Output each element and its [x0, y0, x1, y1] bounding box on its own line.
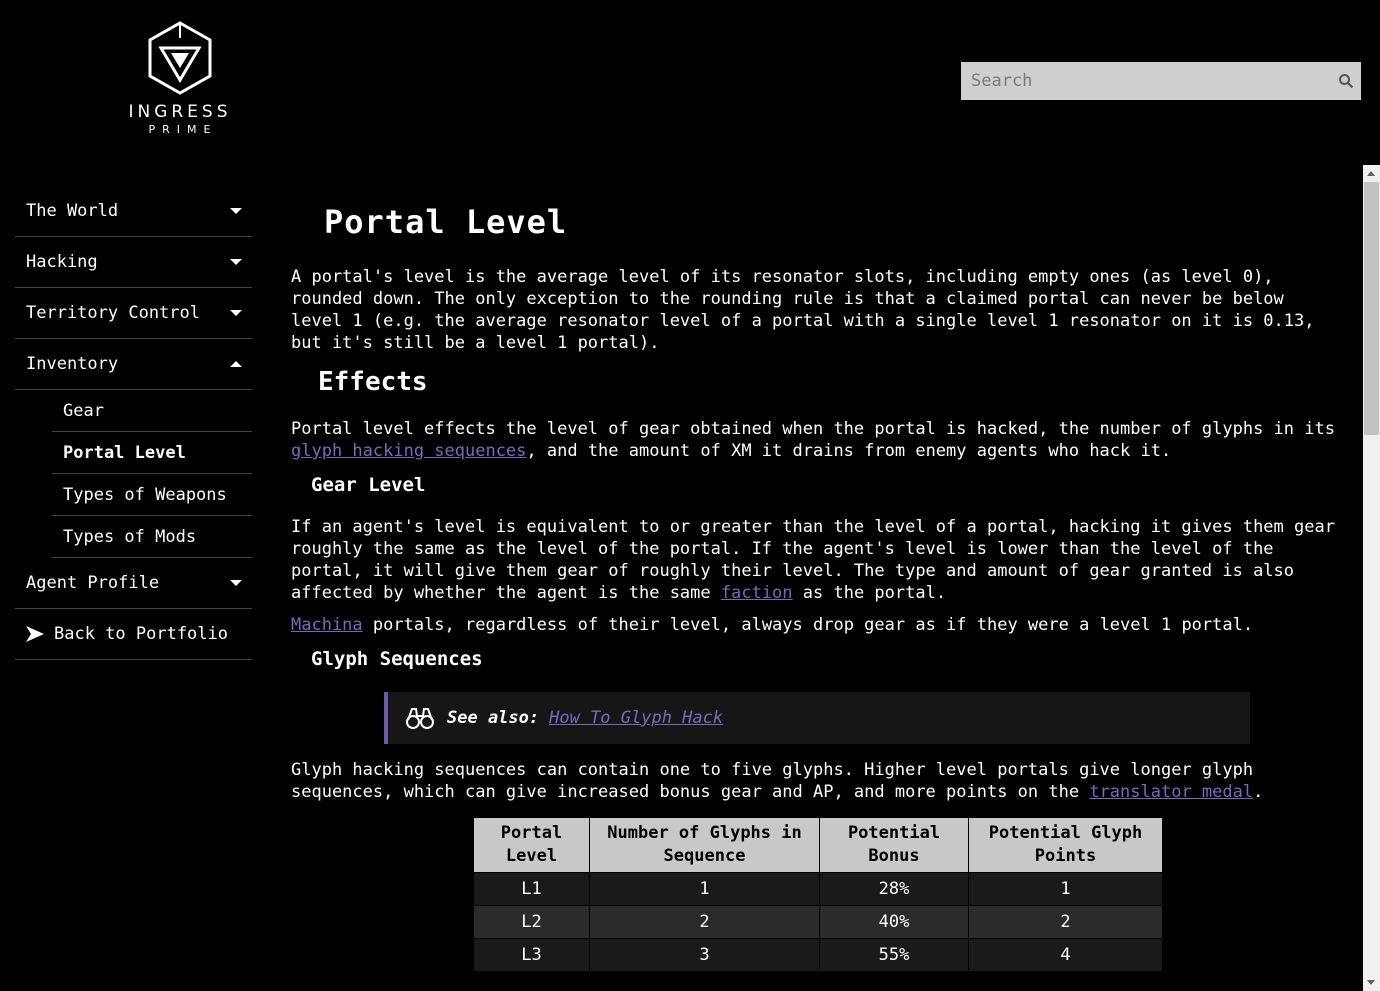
ingress-logo-icon [148, 21, 212, 95]
column-header: Portal Level [473, 817, 590, 873]
table-cell: 4 [968, 938, 1163, 972]
scrollbar-thumb[interactable] [1364, 182, 1379, 435]
sidebar-item-hacking[interactable]: Hacking [15, 237, 252, 288]
table-cell: 2 [589, 905, 820, 939]
column-header: Potential Bonus [819, 817, 969, 873]
caret-down-icon [230, 259, 242, 265]
table-cell: 28% [819, 872, 969, 906]
sidebar-item-the-world[interactable]: The World [15, 186, 252, 237]
caret-down-icon [230, 310, 242, 316]
table-cell: 1 [589, 872, 820, 906]
glyph-sequences-heading: Glyph Sequences [311, 648, 483, 670]
machina-link[interactable]: Machina [291, 615, 363, 635]
see-also-callout: See also: How To Glyph Hack [384, 692, 1250, 744]
table-cell: L1 [473, 872, 590, 906]
column-header: Potential Glyph Points [968, 817, 1163, 873]
gear-level-heading: Gear Level [311, 474, 426, 496]
logo-subtitle: PRIME [148, 123, 218, 136]
scroll-down-icon[interactable] [1367, 980, 1375, 985]
sidebar-item-label: Territory Control [26, 303, 200, 323]
sidebar-item-label: The World [26, 201, 119, 221]
arrow-right-icon [26, 626, 44, 642]
table-cell: 3 [589, 938, 820, 972]
see-also-label: See also: [447, 708, 540, 728]
back-to-portfolio-label: Back to Portfolio [54, 624, 228, 644]
table-row: L3 3 55% 4 [473, 938, 1163, 972]
text-fragment: as the portal. [792, 583, 947, 603]
text-fragment: portals, regardless of their level, alwa… [362, 615, 1254, 635]
glyph-sequence-table: Portal Level Number of Glyphs in Sequenc… [473, 817, 1163, 972]
sidebar-item-label: Inventory [26, 354, 119, 374]
article-content: Portal Level A portal's level is the ave… [291, 200, 1341, 972]
effects-heading: Effects [318, 367, 428, 397]
caret-down-icon [230, 580, 242, 586]
sidebar-subitem-types-of-mods[interactable]: Types of Mods [52, 516, 252, 558]
vertical-scrollbar[interactable] [1363, 165, 1380, 991]
table-row: L2 2 40% 2 [473, 905, 1163, 939]
search-icon[interactable] [1331, 62, 1361, 100]
sidebar-nav: The World Hacking Territory Control Inve… [15, 186, 252, 660]
table-cell: 2 [968, 905, 1163, 939]
text-fragment: Portal level effects the level of gear o… [291, 419, 1335, 439]
gear-paragraph: If an agent's level is equivalent to or … [291, 516, 1341, 604]
table-cell: 40% [819, 905, 969, 939]
sidebar-item-label: Hacking [26, 252, 98, 272]
effects-paragraph: Portal level effects the level of gear o… [291, 418, 1341, 462]
search-input[interactable] [961, 62, 1331, 100]
sidebar-subitem-types-of-weapons[interactable]: Types of Weapons [52, 474, 252, 516]
intro-paragraph: A portal's level is the average level of… [291, 267, 1315, 353]
ingress-prime-logo[interactable]: INGRESS PRIME [122, 20, 238, 136]
sidebar-item-inventory[interactable]: Inventory [15, 339, 252, 390]
glyph-hacking-sequences-link[interactable]: glyph hacking sequences [291, 441, 526, 461]
scroll-up-icon[interactable] [1367, 171, 1375, 176]
table-cell: L2 [473, 905, 590, 939]
table-row: L1 1 28% 1 [473, 872, 1163, 906]
table-cell: L3 [473, 938, 590, 972]
caret-down-icon [230, 208, 242, 214]
how-to-glyph-hack-link[interactable]: How To Glyph Hack [549, 707, 723, 729]
caret-up-icon [230, 361, 242, 367]
inventory-submenu: Gear Portal Level Types of Weapons Types… [52, 390, 252, 558]
sidebar-item-label: Agent Profile [26, 573, 160, 593]
sidebar-subitem-gear[interactable]: Gear [52, 390, 252, 432]
sidebar-item-territory-control[interactable]: Territory Control [15, 288, 252, 339]
sidebar-subitem-portal-level[interactable]: Portal Level [52, 432, 252, 474]
column-header: Number of Glyphs in Sequence [589, 817, 820, 873]
translator-medal-link[interactable]: translator medal [1089, 782, 1253, 802]
search-box [961, 62, 1361, 100]
faction-link[interactable]: faction [721, 583, 793, 603]
machina-paragraph: Machina portals, regardless of their lev… [291, 614, 1341, 636]
table-header-row: Portal Level Number of Glyphs in Sequenc… [473, 817, 1163, 873]
table-cell: 55% [819, 938, 969, 972]
sidebar-item-agent-profile[interactable]: Agent Profile [15, 558, 252, 609]
glyph-paragraph: Glyph hacking sequences can contain one … [291, 759, 1341, 803]
logo-wordmark: INGRESS [128, 102, 232, 122]
text-fragment: . [1253, 782, 1264, 802]
page-title: Portal Level [324, 203, 568, 241]
binoculars-icon [406, 708, 434, 729]
back-to-portfolio-link[interactable]: Back to Portfolio [15, 609, 252, 660]
table-cell: 1 [968, 872, 1163, 906]
text-fragment: , and the amount of XM it drains from en… [526, 441, 1172, 461]
